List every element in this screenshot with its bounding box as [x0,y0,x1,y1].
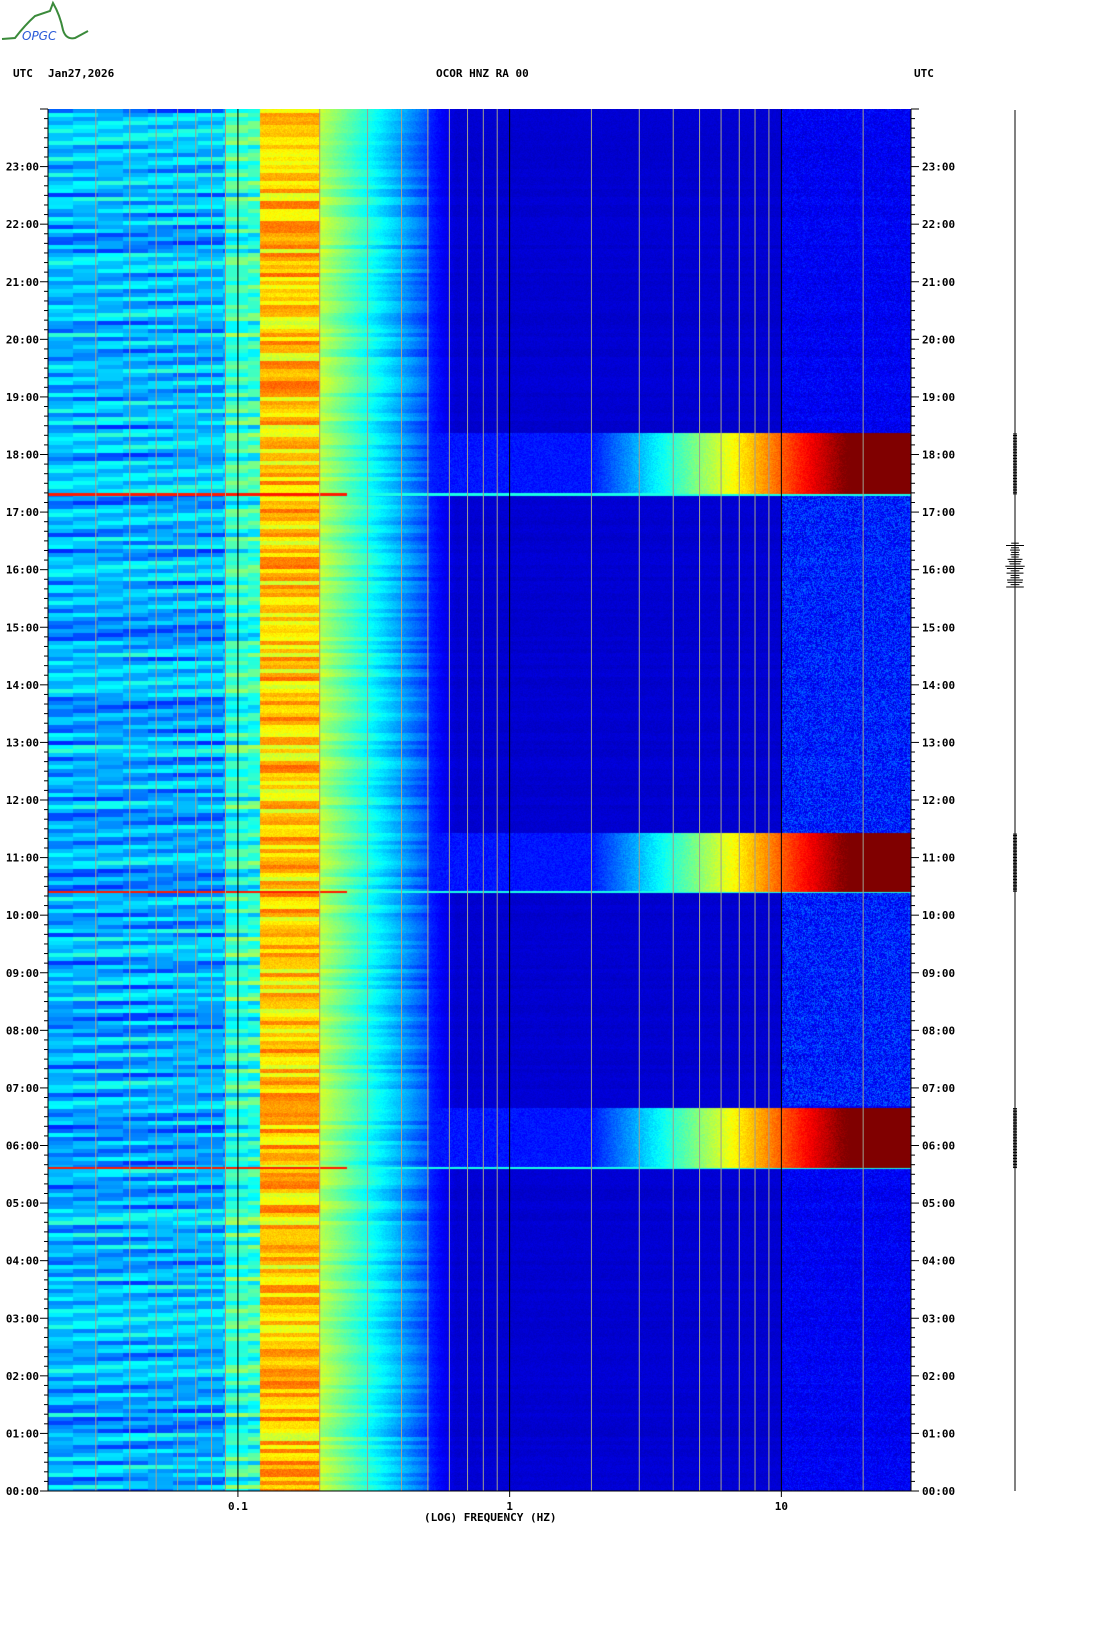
y-tick-label-left: 05:00 [6,1197,39,1210]
y-tick-label-right: 22:00 [922,218,955,231]
y-tick-label-right: 04:00 [922,1255,955,1268]
x-tick-label: 10 [775,1500,788,1513]
y-tick-label-right: 06:00 [922,1140,955,1153]
y-tick-label-left: 10:00 [6,909,39,922]
y-tick-label-left: 15:00 [6,621,39,634]
y-tick-label-left: 01:00 [6,1427,39,1440]
y-tick-label-right: 17:00 [922,506,955,519]
y-tick-label-left: 08:00 [6,1024,39,1037]
y-tick-label-right: 15:00 [922,621,955,634]
y-tick-label-right: 14:00 [922,679,955,692]
y-tick-label-right: 13:00 [922,736,955,749]
y-tick-label-left: 02:00 [6,1370,39,1383]
y-tick-label-left: 11:00 [6,852,39,865]
y-tick-label-right: 01:00 [922,1427,955,1440]
y-tick-label-left: 16:00 [6,564,39,577]
y-tick-label-left: 04:00 [6,1255,39,1268]
y-tick-label-left: 13:00 [6,736,39,749]
y-tick-label-left: 14:00 [6,679,39,692]
y-tick-label-left: 17:00 [6,506,39,519]
y-tick-label-left: 03:00 [6,1312,39,1325]
y-tick-label-right: 18:00 [922,449,955,462]
y-tick-label-right: 10:00 [922,909,955,922]
y-tick-label-left: 18:00 [6,449,39,462]
y-tick-label-right: 16:00 [922,564,955,577]
y-tick-label-right: 00:00 [922,1485,955,1498]
y-tick-label-left: 20:00 [6,333,39,346]
y-tick-label-right: 20:00 [922,333,955,346]
y-tick-label-right: 03:00 [922,1312,955,1325]
y-tick-label-right: 21:00 [922,276,955,289]
y-tick-label-right: 08:00 [922,1024,955,1037]
y-tick-label-right: 11:00 [922,852,955,865]
y-tick-label-left: 06:00 [6,1140,39,1153]
y-tick-label-left: 07:00 [6,1082,39,1095]
chart-axes: 0.1 1 10 00:00 00:00 01:00 01:00 02:00 02:00 03:0… [6,108,1025,1513]
y-tick-label-left: 19:00 [6,391,39,404]
y-tick-label-left: 12:00 [6,794,39,807]
y-tick-label-left: 21:00 [6,276,39,289]
x-tick-label: 1 [506,1500,513,1513]
y-tick-label-right: 23:00 [922,161,955,174]
y-tick-label-left: 22:00 [6,218,39,231]
y-tick-label-left: 09:00 [6,967,39,980]
y-tick-label-left: 00:00 [6,1485,39,1498]
y-tick-label-right: 12:00 [922,794,955,807]
x-tick-label: 0.1 [228,1500,248,1513]
y-tick-label-left: 23:00 [6,161,39,174]
y-tick-label-right: 19:00 [922,391,955,404]
y-tick-label-right: 02:00 [922,1370,955,1383]
y-tick-label-right: 09:00 [922,967,955,980]
y-tick-label-right: 07:00 [922,1082,955,1095]
y-tick-label-right: 05:00 [922,1197,955,1210]
